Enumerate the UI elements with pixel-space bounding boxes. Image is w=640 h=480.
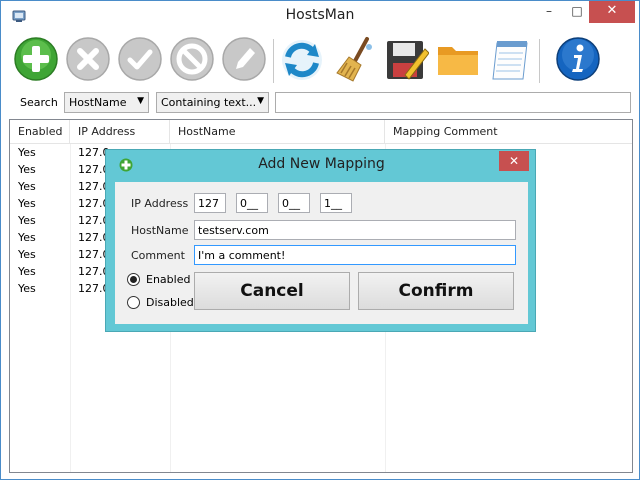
toolbar-separator	[539, 39, 540, 83]
add-mapping-dialog: Add New Mapping ✕ IP Address 127 0__ 0__…	[105, 149, 536, 332]
chevron-down-icon: ▼	[137, 96, 144, 106]
cell-enabled: Yes	[18, 180, 36, 193]
disabled-radio[interactable]	[127, 296, 140, 309]
cell-enabled: Yes	[18, 231, 36, 244]
save-button[interactable]	[383, 35, 429, 85]
refresh-button[interactable]	[279, 35, 325, 85]
main-window: HostsMan – □ ✕ Search HostName ▼ Contain…	[0, 0, 640, 480]
cell-enabled: Yes	[18, 214, 36, 227]
add-mapping-button[interactable]	[13, 35, 59, 85]
enable-mapping-button[interactable]	[117, 35, 163, 85]
minimize-button[interactable]: –	[535, 1, 563, 23]
ip-octet-3-input[interactable]: 0__	[278, 193, 310, 213]
chevron-down-icon: ▼	[257, 96, 264, 106]
cell-enabled: Yes	[18, 265, 36, 278]
ip-octet-4-input[interactable]: 1__	[320, 193, 352, 213]
toolbar-separator	[273, 39, 274, 83]
disable-mapping-button[interactable]	[169, 35, 215, 85]
table-header: Enabled IP Address HostName Mapping Comm…	[10, 120, 632, 144]
dialog-close-button[interactable]: ✕	[499, 151, 529, 171]
column-header-ip[interactable]: IP Address	[70, 120, 170, 144]
confirm-button[interactable]: Confirm	[358, 272, 514, 310]
clean-button[interactable]	[331, 35, 377, 85]
column-header-enabled[interactable]: Enabled	[10, 120, 70, 144]
dialog-body: IP Address 127 0__ 0__ 1__ HostName test…	[115, 182, 528, 324]
enabled-radio[interactable]	[127, 273, 140, 286]
search-bar: Search HostName ▼ Containing text... ▼	[1, 91, 639, 115]
about-button[interactable]	[555, 35, 601, 85]
cell-enabled: Yes	[18, 248, 36, 261]
disabled-radio-label[interactable]: Disabled	[146, 296, 194, 309]
enabled-radio-label[interactable]: Enabled	[146, 273, 190, 286]
notepad-button[interactable]	[487, 35, 533, 85]
column-header-comment[interactable]: Mapping Comment	[385, 120, 632, 144]
remove-mapping-button[interactable]	[65, 35, 111, 85]
open-folder-button[interactable]	[435, 35, 481, 85]
ip-address-label: IP Address	[131, 197, 189, 210]
cell-enabled: Yes	[18, 197, 36, 210]
search-mode-value: Containing text...	[161, 96, 257, 109]
comment-input[interactable]: I'm a comment!	[194, 245, 516, 265]
ip-octet-1-input[interactable]: 127	[194, 193, 226, 213]
cancel-button[interactable]: Cancel	[194, 272, 350, 310]
cell-enabled: Yes	[18, 146, 36, 159]
comment-label: Comment	[131, 249, 185, 262]
close-button[interactable]: ✕	[589, 1, 635, 23]
hostname-input[interactable]: testserv.com	[194, 220, 516, 240]
cell-enabled: Yes	[18, 163, 36, 176]
radio-selected-dot	[130, 276, 137, 283]
hostname-label: HostName	[131, 224, 189, 237]
edit-mapping-button[interactable]	[221, 35, 267, 85]
search-field-select[interactable]: HostName ▼	[64, 92, 149, 113]
column-header-hostname[interactable]: HostName	[170, 120, 385, 144]
ip-octet-2-input[interactable]: 0__	[236, 193, 268, 213]
dialog-title: Add New Mapping	[258, 156, 385, 172]
maximize-button[interactable]: □	[563, 1, 591, 23]
search-field-value: HostName	[69, 96, 127, 109]
search-label: Search	[20, 96, 58, 109]
title-bar[interactable]: HostsMan – □ ✕	[1, 1, 639, 31]
search-mode-select[interactable]: Containing text... ▼	[156, 92, 269, 113]
toolbar	[9, 35, 633, 87]
cell-enabled: Yes	[18, 282, 36, 295]
search-input[interactable]	[275, 92, 631, 113]
